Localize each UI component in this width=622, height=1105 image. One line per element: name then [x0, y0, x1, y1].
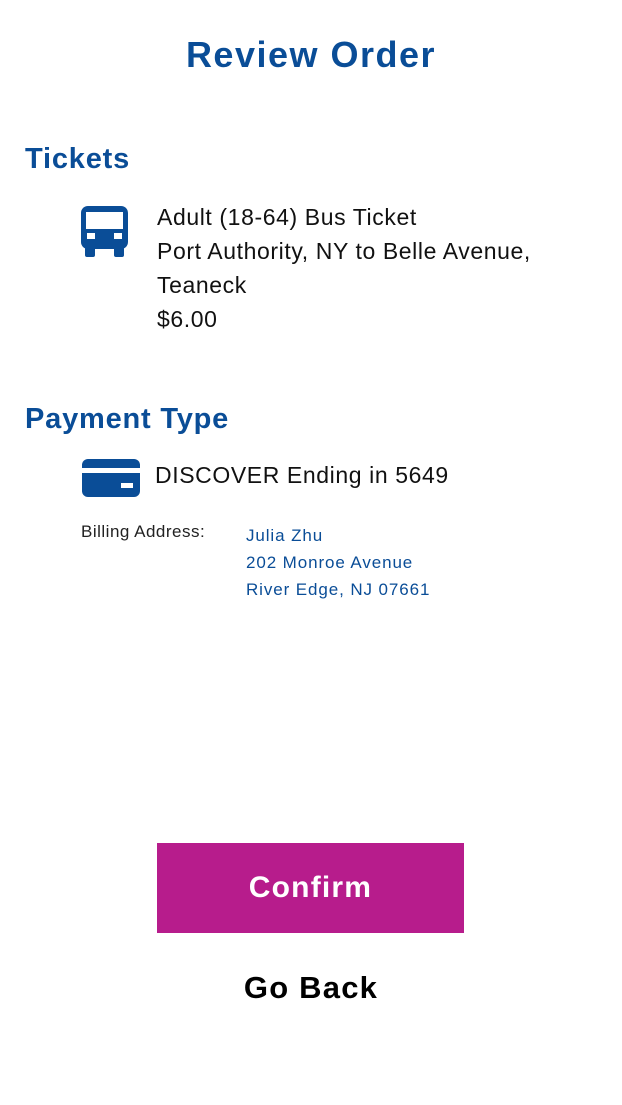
- payment-card-text: DISCOVER Ending in 5649: [155, 462, 449, 488]
- ticket-type: Adult (18-64) Bus Ticket: [157, 204, 417, 230]
- billing-city-state-zip: River Edge, NJ 07661: [246, 580, 431, 599]
- billing-address: Julia Zhu 202 Monroe Avenue River Edge, …: [246, 522, 430, 603]
- confirm-button[interactable]: Confirm: [157, 843, 464, 933]
- ticket-route-continued: Teaneck: [157, 272, 247, 298]
- billing-name: Julia Zhu: [246, 526, 324, 545]
- tickets-section-title: Tickets: [25, 143, 131, 175]
- payment-section-title: Payment Type: [25, 403, 230, 435]
- ticket-price: $6.00: [157, 306, 218, 332]
- billing-street: 202 Monroe Avenue: [246, 553, 414, 572]
- page-title: Review Order: [185, 34, 437, 75]
- ticket-route: Port Authority, NY to Belle Avenue,: [157, 238, 531, 264]
- go-back-button[interactable]: Go Back: [0, 970, 622, 1006]
- credit-card-icon: [82, 459, 140, 499]
- bus-icon: [81, 206, 128, 257]
- ticket-item: Adult (18-64) Bus Ticket Port Authority,…: [157, 200, 597, 336]
- billing-address-label: Billing Address:: [81, 522, 206, 541]
